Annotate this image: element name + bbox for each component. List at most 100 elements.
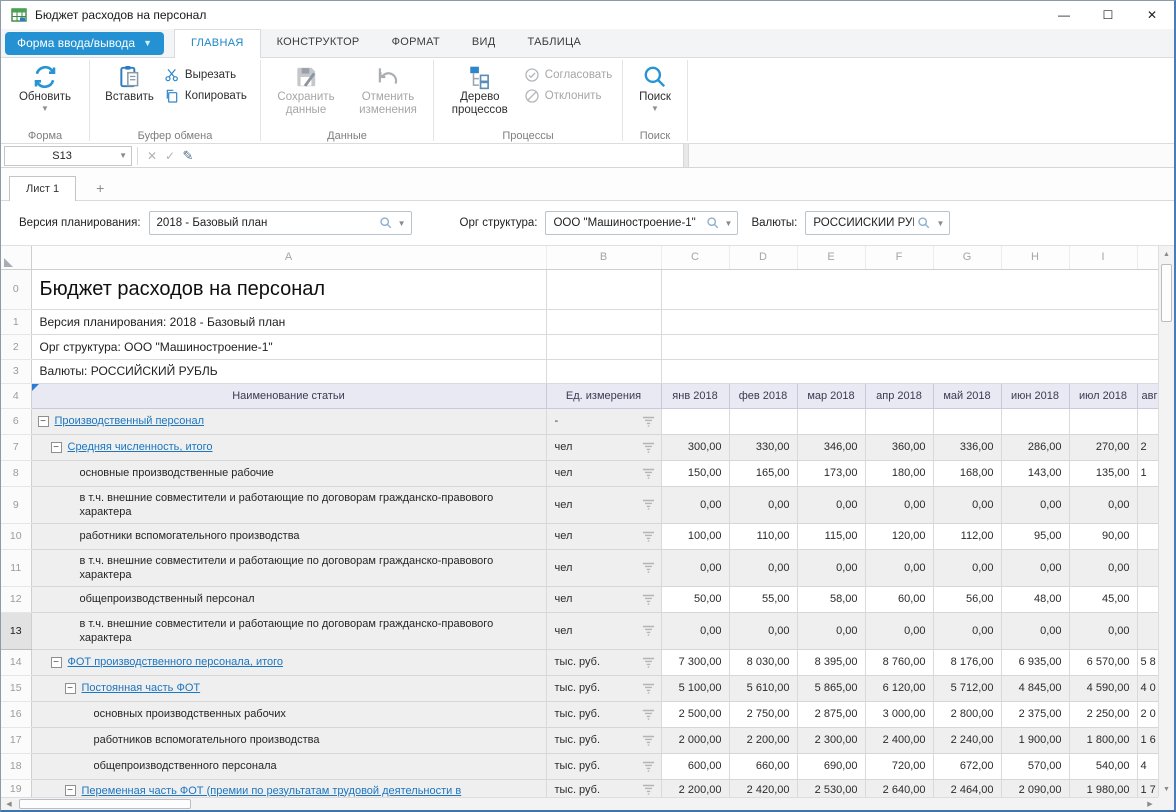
value-cell[interactable]: 0,00 xyxy=(729,549,797,586)
info-cell[interactable]: Орг структура: ООО "Машиностроение-1" xyxy=(31,334,546,359)
value-cell[interactable]: 0,00 xyxy=(865,549,933,586)
unit-cell[interactable]: чел xyxy=(546,586,661,612)
value-cell[interactable]: 0,00 xyxy=(661,486,729,523)
search-button[interactable]: Поиск ▼ xyxy=(633,62,677,115)
filter-funnel-icon[interactable] xyxy=(642,594,655,605)
collapse-icon[interactable]: − xyxy=(51,442,62,453)
version-filter-combo[interactable]: 2018 - Базовый план ▼ xyxy=(149,211,412,235)
column-letter-E[interactable]: E xyxy=(797,246,865,269)
value-cell[interactable]: 540,00 xyxy=(1069,753,1137,779)
value-cell[interactable]: 2 000,00 xyxy=(661,727,729,753)
value-cell[interactable]: 0,00 xyxy=(797,612,865,649)
value-cell[interactable]: 672,00 xyxy=(933,753,1001,779)
group-name-cell[interactable]: −Постоянная часть ФОТ xyxy=(31,675,546,701)
value-cell[interactable]: 7 300,00 xyxy=(661,649,729,675)
collapse-icon[interactable]: − xyxy=(38,416,49,427)
value-cell[interactable]: 3 000,00 xyxy=(865,701,933,727)
item-name-cell[interactable]: основных производственных рабочих xyxy=(31,701,546,727)
cancel-icon[interactable]: ✕ xyxy=(143,149,161,163)
maximize-button[interactable]: ☐ xyxy=(1086,1,1130,29)
scroll-up-button[interactable]: ▲ xyxy=(1159,246,1174,262)
value-cell[interactable]: 0,00 xyxy=(797,549,865,586)
row-header[interactable]: 1 xyxy=(1,309,31,334)
menu-tab-ГЛАВНАЯ[interactable]: ГЛАВНАЯ xyxy=(174,29,261,58)
row-header[interactable]: 12 xyxy=(1,586,31,612)
value-cell[interactable]: 2 250,00 xyxy=(1069,701,1137,727)
collapse-icon[interactable]: − xyxy=(65,683,76,694)
unit-cell[interactable]: тыс. руб. xyxy=(546,701,661,727)
reject-button[interactable]: Отклонить xyxy=(520,87,616,105)
unit-cell[interactable]: чел xyxy=(546,612,661,649)
info-cell[interactable]: Валюты: РОССИЙСКИЙ РУБЛЬ xyxy=(31,359,546,383)
filter-funnel-icon[interactable] xyxy=(642,683,655,694)
value-cell[interactable]: 150,00 xyxy=(661,460,729,486)
value-cell-partial[interactable] xyxy=(1137,408,1158,434)
value-cell[interactable]: 0,00 xyxy=(865,612,933,649)
value-cell[interactable]: 100,00 xyxy=(661,523,729,549)
unit-cell[interactable]: тыс. руб. xyxy=(546,753,661,779)
value-cell-partial[interactable] xyxy=(1137,586,1158,612)
minimize-button[interactable]: — xyxy=(1042,1,1086,29)
value-cell-partial[interactable]: 1 xyxy=(1137,460,1158,486)
header-month-1[interactable]: янв 2018 xyxy=(661,383,729,408)
unit-cell[interactable]: - xyxy=(546,408,661,434)
item-link[interactable]: Постоянная часть ФОТ xyxy=(82,682,201,694)
copy-button[interactable]: Копировать xyxy=(160,87,251,105)
cell-reference-box[interactable]: S13 ▼ xyxy=(4,146,132,166)
value-cell[interactable]: 4 845,00 xyxy=(1001,675,1069,701)
item-link[interactable]: Переменная часть ФОТ (премии по результа… xyxy=(82,785,462,797)
sheet-tab[interactable]: Лист 1 xyxy=(9,176,76,201)
org-filter-combo[interactable]: ООО "Машиностроение-1" ▼ xyxy=(545,211,738,235)
value-cell[interactable]: 120,00 xyxy=(865,523,933,549)
value-cell[interactable]: 2 530,00 xyxy=(797,779,865,798)
value-cell[interactable]: 0,00 xyxy=(729,486,797,523)
collapse-icon[interactable]: − xyxy=(51,657,62,668)
value-cell[interactable]: 300,00 xyxy=(661,434,729,460)
group-name-cell[interactable]: −ФОТ производственного персонала, итого xyxy=(31,649,546,675)
empty-cell[interactable] xyxy=(546,334,661,359)
column-letter-partial[interactable] xyxy=(1137,246,1158,269)
value-cell-partial[interactable]: 1 7 xyxy=(1137,779,1158,798)
value-cell[interactable]: 2 640,00 xyxy=(865,779,933,798)
header-month-6[interactable]: июн 2018 xyxy=(1001,383,1069,408)
unit-cell[interactable]: тыс. руб. xyxy=(546,727,661,753)
empty-cell[interactable] xyxy=(546,269,661,309)
value-cell[interactable]: 143,00 xyxy=(1001,460,1069,486)
value-cell[interactable]: 8 176,00 xyxy=(933,649,1001,675)
value-cell[interactable] xyxy=(661,408,729,434)
unit-cell[interactable]: чел xyxy=(546,523,661,549)
empty-merged-cell[interactable] xyxy=(661,359,1158,383)
value-cell[interactable]: 2 200,00 xyxy=(661,779,729,798)
menu-tab-ФОРМАТ[interactable]: ФОРМАТ xyxy=(376,29,456,57)
unit-cell[interactable]: чел xyxy=(546,549,661,586)
row-header[interactable]: 6 xyxy=(1,408,31,434)
header-month-4[interactable]: апр 2018 xyxy=(865,383,933,408)
value-cell[interactable]: 2 240,00 xyxy=(933,727,1001,753)
filter-funnel-icon[interactable] xyxy=(642,499,655,510)
value-cell[interactable] xyxy=(933,408,1001,434)
value-cell[interactable]: 48,00 xyxy=(1001,586,1069,612)
approve-button[interactable]: Согласовать xyxy=(520,66,616,84)
item-link[interactable]: Производственный персонал xyxy=(55,415,205,427)
column-letter-G[interactable]: G xyxy=(933,246,1001,269)
value-cell[interactable]: 115,00 xyxy=(797,523,865,549)
value-cell-partial[interactable]: 1 6 xyxy=(1137,727,1158,753)
value-cell[interactable]: 5 100,00 xyxy=(661,675,729,701)
row-header[interactable]: 10 xyxy=(1,523,31,549)
menu-tab-ТАБЛИЦА[interactable]: ТАБЛИЦА xyxy=(511,29,597,57)
header-month-5[interactable]: май 2018 xyxy=(933,383,1001,408)
value-cell[interactable]: 346,00 xyxy=(797,434,865,460)
value-cell[interactable]: 45,00 xyxy=(1069,586,1137,612)
horizontal-scroll-thumb[interactable] xyxy=(19,799,191,809)
value-cell[interactable]: 8 760,00 xyxy=(865,649,933,675)
value-cell[interactable]: 1 900,00 xyxy=(1001,727,1069,753)
header-month-3[interactable]: мар 2018 xyxy=(797,383,865,408)
formula-input[interactable] xyxy=(197,144,683,167)
value-cell[interactable]: 330,00 xyxy=(729,434,797,460)
value-cell[interactable]: 360,00 xyxy=(865,434,933,460)
empty-merged-cell[interactable] xyxy=(661,309,1158,334)
value-cell[interactable]: 2 464,00 xyxy=(933,779,1001,798)
value-cell[interactable]: 0,00 xyxy=(1001,486,1069,523)
column-letter-H[interactable]: H xyxy=(1001,246,1069,269)
value-cell[interactable]: 5 712,00 xyxy=(933,675,1001,701)
